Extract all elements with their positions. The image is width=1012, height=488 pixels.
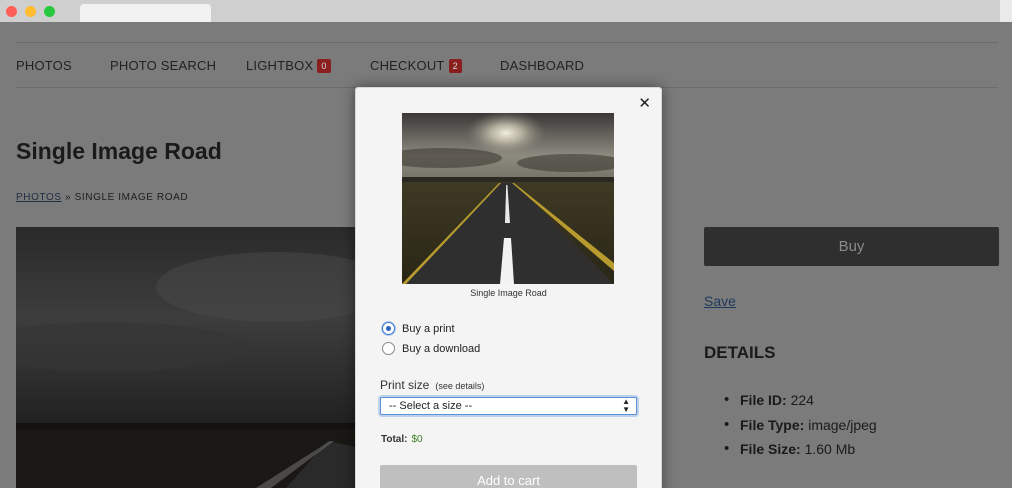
window-titlebar	[0, 0, 1012, 22]
buy-button[interactable]: Buy	[704, 227, 999, 266]
detail-key: File Size:	[740, 441, 801, 457]
detail-file-type: File Type: image/jpeg	[722, 416, 877, 442]
nav-item-dashboard[interactable]: DASHBOARD	[500, 58, 584, 73]
browser-tab[interactable]	[80, 4, 211, 22]
nav-item-label: PHOTO SEARCH	[110, 58, 217, 73]
see-details-link[interactable]: (see details)	[435, 381, 484, 391]
buy-print-option[interactable]: Buy a print	[382, 322, 455, 335]
checkout-count-badge: 2	[448, 59, 462, 73]
buy-print-radio[interactable]	[382, 322, 395, 335]
print-size-select[interactable]: -- Select a size -- ▲ ▼	[380, 397, 637, 415]
detail-key: File Type:	[740, 416, 805, 433]
save-link[interactable]: Save	[704, 293, 736, 309]
buy-download-radio[interactable]	[382, 342, 395, 355]
detail-value: image/jpeg	[808, 416, 877, 433]
detail-file-size: File Size: 1.60 Mb	[722, 440, 877, 466]
road-photo-image	[16, 227, 356, 488]
titlebar-edge	[1000, 0, 1012, 22]
total-label: Total:	[381, 434, 408, 445]
nav-item-label: DASHBOARD	[500, 58, 585, 73]
print-size-text: Print size	[380, 378, 430, 392]
detail-file-id: File ID: 224	[722, 391, 877, 417]
close-window-button[interactable]	[6, 6, 17, 17]
buy-download-option[interactable]: Buy a download	[382, 342, 480, 355]
purchase-modal: ✕ Single Image Road Buy a print Buy a do…	[355, 87, 662, 488]
nav-item-label: LIGHTBOX	[246, 58, 314, 73]
details-list: File ID: 224 File Type: image/jpeg File …	[722, 391, 877, 466]
add-to-cart-button[interactable]: Add to cart	[380, 465, 637, 488]
print-size-label: Print size (see details)	[380, 378, 484, 392]
breadcrumb-current: SINGLE IMAGE ROAD	[74, 192, 189, 203]
minimize-window-button[interactable]	[25, 6, 36, 17]
breadcrumb: PHOTOS » SINGLE IMAGE ROAD	[16, 192, 188, 203]
detail-value: 1.60 Mb	[804, 441, 856, 457]
maximize-window-button[interactable]	[44, 6, 55, 17]
lightbox-count-badge: 0	[317, 59, 331, 73]
road-thumbnail-image	[402, 113, 614, 284]
close-icon[interactable]: ✕	[638, 94, 651, 112]
select-value: -- Select a size --	[389, 400, 473, 412]
buy-print-label: Buy a print	[402, 322, 455, 335]
page-title: Single Image Road	[16, 138, 222, 164]
nav-item-lightbox[interactable]: LIGHTBOX 0	[246, 58, 331, 73]
breadcrumb-link-photos[interactable]: PHOTOS	[16, 192, 62, 203]
total-row: Total: $0	[381, 434, 423, 445]
nav-item-label: CHECKOUT	[370, 58, 445, 73]
breadcrumb-separator: »	[65, 192, 72, 203]
buy-download-label: Buy a download	[402, 342, 481, 355]
select-arrows-icon: ▲ ▼	[622, 397, 630, 414]
nav-item-photos[interactable]: PHOTOS	[16, 58, 72, 73]
main-photo[interactable]	[16, 227, 356, 488]
detail-key: File ID:	[740, 392, 787, 408]
modal-photo	[402, 113, 614, 284]
total-value: $0	[411, 434, 423, 445]
nav-item-photo-search[interactable]: PHOTO SEARCH	[110, 58, 216, 73]
nav-item-label: PHOTOS	[16, 58, 72, 73]
details-heading: DETAILS	[704, 343, 776, 362]
detail-value: 224	[790, 392, 814, 408]
photo-caption: Single Image Road	[470, 288, 547, 298]
nav-item-checkout[interactable]: CHECKOUT 2	[370, 58, 462, 73]
